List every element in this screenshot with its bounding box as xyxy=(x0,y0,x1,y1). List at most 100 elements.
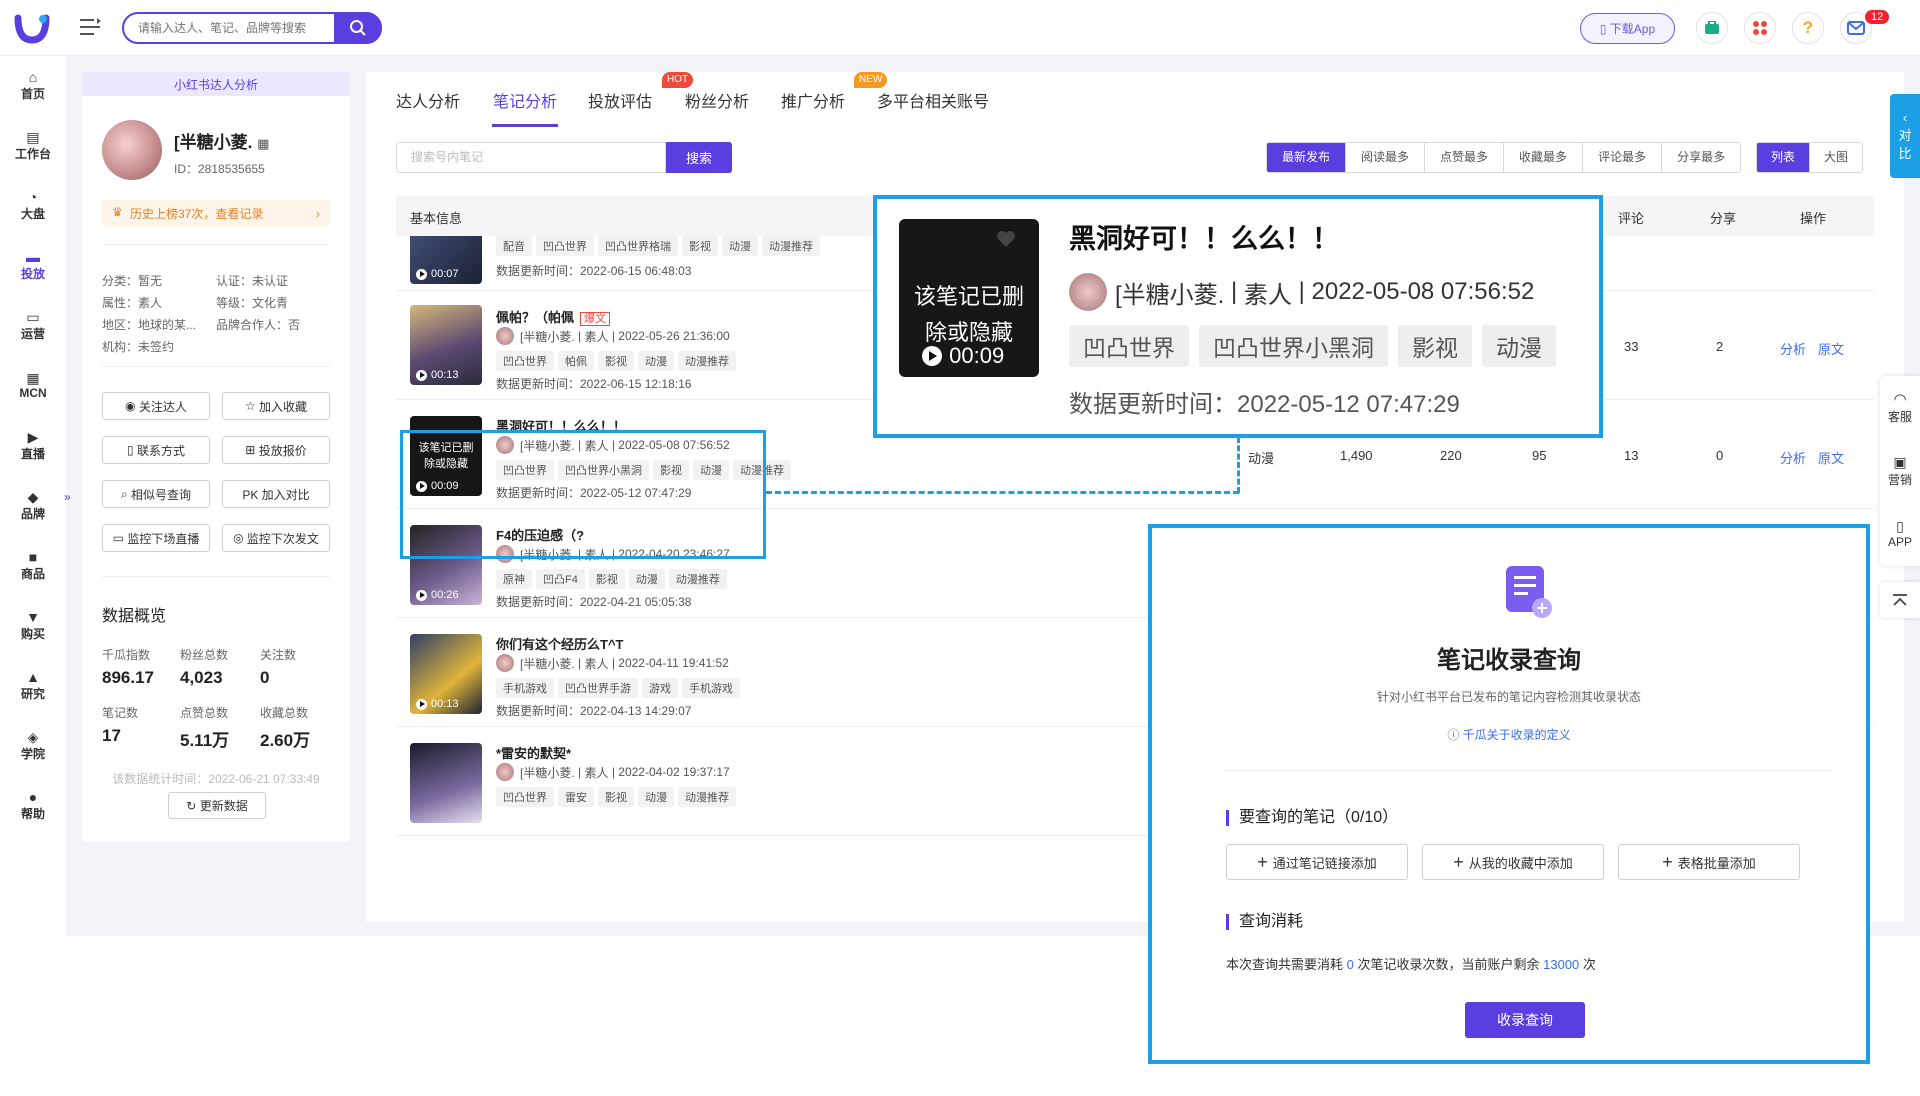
follow-label: 关注达人 xyxy=(138,399,187,414)
note-title[interactable]: 佩帕？（帕佩 爆文 xyxy=(496,307,611,326)
nav-item-5[interactable]: ▦ MCN xyxy=(0,360,66,410)
analyze-link[interactable]: 分析 xyxy=(1780,448,1806,467)
new-badge: NEW xyxy=(854,72,888,88)
category-text: 分类：暂无 xyxy=(102,274,163,288)
nav-item-2[interactable]: ◔ 大盘 xyxy=(0,180,66,230)
nav-item-11[interactable]: ◈ 学院 xyxy=(0,720,66,770)
sort-reads[interactable]: 阅读最多 xyxy=(1346,143,1426,172)
update-time: 数据更新时间：2022-06-15 12:18:16 xyxy=(496,377,692,391)
definition-link-text: 千瓜关于收录的定义 xyxy=(1462,728,1571,742)
search-button[interactable] xyxy=(334,12,382,44)
help-button[interactable]: ? xyxy=(1792,12,1824,44)
row-highlight-box xyxy=(400,430,766,559)
quote-button[interactable]: ⊞ 投放报价 xyxy=(222,436,330,464)
qrcode-icon[interactable]: ▦ xyxy=(257,136,269,151)
tab-evaluation[interactable]: 投放评估 xyxy=(588,88,652,112)
zoom-title: 黑洞好可！！么么！！ xyxy=(1069,224,1339,254)
monitor-post-button[interactable]: ◎ 监控下次发文 xyxy=(222,524,330,552)
nav-item-4[interactable]: ▭ 运营 xyxy=(0,300,66,350)
sort-latest[interactable]: 最新发布 xyxy=(1267,143,1347,172)
follow-button[interactable]: ◉ 关注达人 xyxy=(102,392,210,420)
add-by-link-button[interactable]: + 通过笔记链接添加 xyxy=(1226,844,1408,880)
sort-collects[interactable]: 收藏最多 xyxy=(1504,143,1584,172)
author: [半糖小菱. xyxy=(520,656,575,671)
play-icon xyxy=(416,369,427,381)
menu-toggle-icon[interactable] xyxy=(80,17,102,37)
tab-notes[interactable]: 笔记分析 xyxy=(493,88,557,112)
note-thumbnail[interactable] xyxy=(410,743,482,823)
app-button[interactable]: ▯ APP xyxy=(1880,502,1920,565)
note-thumbnail[interactable]: 00:13 xyxy=(410,634,482,714)
note-title[interactable]: 你们有这个经历么T^T xyxy=(496,634,623,653)
batch-add-button[interactable]: + 表格批量添加 xyxy=(1618,844,1800,880)
sort-group: 最新发布 阅读最多 点赞最多 收藏最多 评论最多 分享最多 xyxy=(1266,142,1742,173)
tab-multi-platform[interactable]: 多平台相关账号 xyxy=(877,88,989,112)
similar-button[interactable]: ⌕ 相似号查询 xyxy=(102,480,210,508)
duration: 00:13 xyxy=(431,698,459,710)
monitor-live-button[interactable]: ▭ 监控下场直播 xyxy=(102,524,210,552)
note-thumbnail[interactable]: 00:07 xyxy=(410,236,482,284)
tag: 凹凸世界 xyxy=(496,787,554,807)
tab-promotion[interactable]: 推广分析 xyxy=(781,88,845,112)
global-search-input[interactable] xyxy=(138,14,338,42)
profile-header: 小红书达人分析 xyxy=(82,72,350,96)
sort-shares[interactable]: 分享最多 xyxy=(1662,143,1741,172)
compare-float-button[interactable]: ‹ 对比 xyxy=(1890,94,1920,178)
customer-service-button[interactable]: ◠ 客服 xyxy=(1880,376,1920,439)
connector-line xyxy=(1237,437,1240,493)
author-avatar xyxy=(496,763,514,781)
contact-button[interactable]: ▯ 联系方式 xyxy=(102,436,210,464)
flask-icon: ▲ xyxy=(26,668,40,685)
stat-label: 收藏总数 xyxy=(260,706,309,720)
tab-influencer[interactable]: 达人分析 xyxy=(396,88,460,112)
analyze-link[interactable]: 分析 xyxy=(1780,339,1806,358)
refresh-data-button[interactable]: ↻ 更新数据 xyxy=(168,792,266,819)
sort-likes[interactable]: 点赞最多 xyxy=(1425,143,1505,172)
collect-count: 95 xyxy=(1532,448,1547,463)
global-search[interactable] xyxy=(122,12,382,44)
source-link[interactable]: 原文 xyxy=(1818,448,1844,467)
back-to-top-button[interactable] xyxy=(1880,582,1920,618)
avatar[interactable] xyxy=(102,120,162,180)
nav-item-7[interactable]: ◆ 品牌 xyxy=(0,480,66,530)
publish-time: 2022-04-11 19:41:52 xyxy=(618,656,729,670)
view-group: 列表 大图 xyxy=(1756,142,1864,173)
zoom-tag-list: 凹凸世界 凹凸世界小黑洞 影视 动漫 xyxy=(1069,325,1556,367)
author: [半糖小菱. xyxy=(520,329,575,344)
definition-link[interactable]: ⓘ 千瓜关于收录的定义 xyxy=(1152,726,1866,743)
nav-item-9[interactable]: ▼ 购买 xyxy=(0,600,66,650)
note-search-button[interactable]: 搜索 xyxy=(666,142,732,173)
favorite-label: 加入收藏 xyxy=(259,399,308,414)
source-link[interactable]: 原文 xyxy=(1818,339,1844,358)
submit-query-button[interactable]: 收录查询 xyxy=(1465,1002,1585,1038)
nav-item-3[interactable]: ▬ 投放 xyxy=(0,240,66,290)
apps-button[interactable] xyxy=(1744,12,1776,44)
download-app-button[interactable]: ▯ 下载App xyxy=(1580,13,1675,44)
briefcase-button[interactable] xyxy=(1696,12,1728,44)
divider xyxy=(102,576,330,577)
compare-button[interactable]: PK 加入对比 xyxy=(222,480,330,508)
logo-icon[interactable] xyxy=(12,10,52,46)
history-rank-link[interactable]: ♛ 历史上榜37次，查看记录 › xyxy=(102,200,330,227)
nav-item-10[interactable]: ▲ 研究 xyxy=(0,660,66,710)
expand-sidebar-icon[interactable]: » xyxy=(64,490,76,504)
nav-label: 研究 xyxy=(20,686,45,701)
tab-fans[interactable]: 粉丝分析 xyxy=(685,88,749,112)
divider xyxy=(1226,770,1830,771)
note-title[interactable]: *雷安的默契* xyxy=(496,743,571,762)
note-thumbnail[interactable]: 00:13 xyxy=(410,305,482,385)
add-from-favorites-button[interactable]: + 从我的收藏中添加 xyxy=(1422,844,1604,880)
view-grid[interactable]: 大图 xyxy=(1810,143,1863,172)
nav-item-0[interactable]: ⌂ 首页 xyxy=(0,60,66,110)
nav-item-6[interactable]: ▶ 直播 xyxy=(0,420,66,470)
tag-list: 手机游戏 凹凸世界手游 游戏 手机游戏 xyxy=(496,678,740,698)
marketing-button[interactable]: ▣ 营销 xyxy=(1880,439,1920,502)
note-search-input[interactable]: 搜索号内笔记 xyxy=(396,142,666,173)
view-list[interactable]: 列表 xyxy=(1757,143,1811,172)
sort-comments[interactable]: 评论最多 xyxy=(1583,143,1663,172)
favorite-button[interactable]: ☆ 加入收藏 xyxy=(222,392,330,420)
nav-item-8[interactable]: ■ 商品 xyxy=(0,540,66,590)
nav-item-12[interactable]: ● 帮助 xyxy=(0,780,66,830)
arrow-up-icon xyxy=(1893,594,1907,606)
nav-item-1[interactable]: ▤ 工作台 xyxy=(0,120,66,170)
